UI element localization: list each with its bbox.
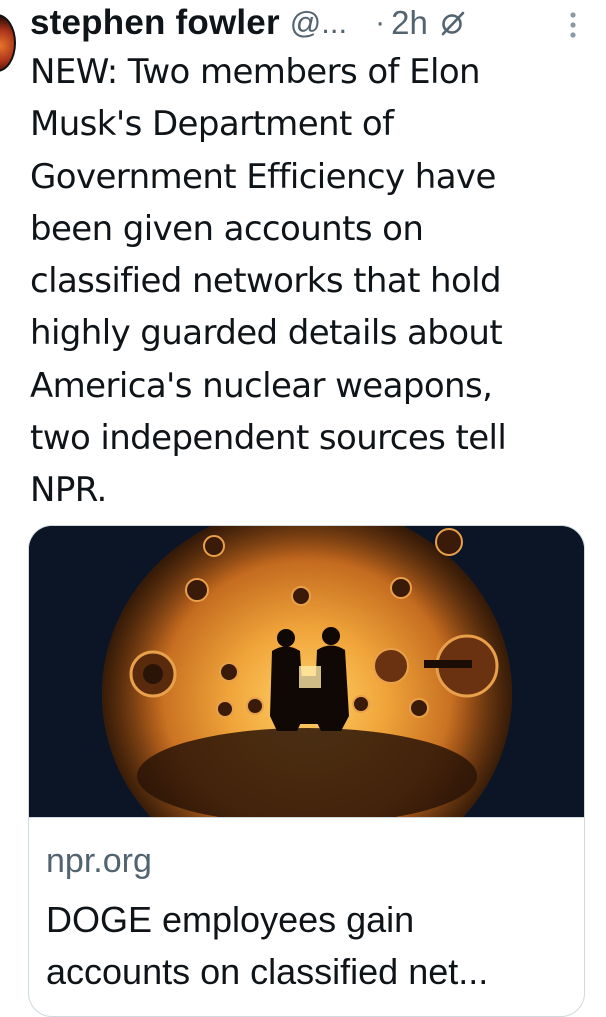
grok-icon[interactable] — [440, 10, 466, 36]
link-card-title[interactable]: DOGE employees gain accounts on classifi… — [46, 894, 571, 998]
timestamp[interactable]: 2h — [391, 4, 428, 42]
avatar[interactable] — [0, 14, 16, 72]
link-card-domain: npr.org — [46, 842, 152, 880]
link-card-image[interactable] — [29, 526, 584, 818]
more-options-icon[interactable] — [568, 10, 578, 40]
link-card[interactable]: npr.org DOGE employees gain accounts on … — [28, 525, 585, 1017]
tweet-header: stephen fowler @... · 2h — [30, 0, 606, 46]
tweet-text: NEW: Two members of Elon Musk's Departme… — [30, 52, 507, 511]
author-name[interactable]: stephen fowler — [30, 3, 280, 43]
author-handle[interactable]: @... — [290, 5, 347, 41]
separator-dot: · — [375, 6, 386, 39]
